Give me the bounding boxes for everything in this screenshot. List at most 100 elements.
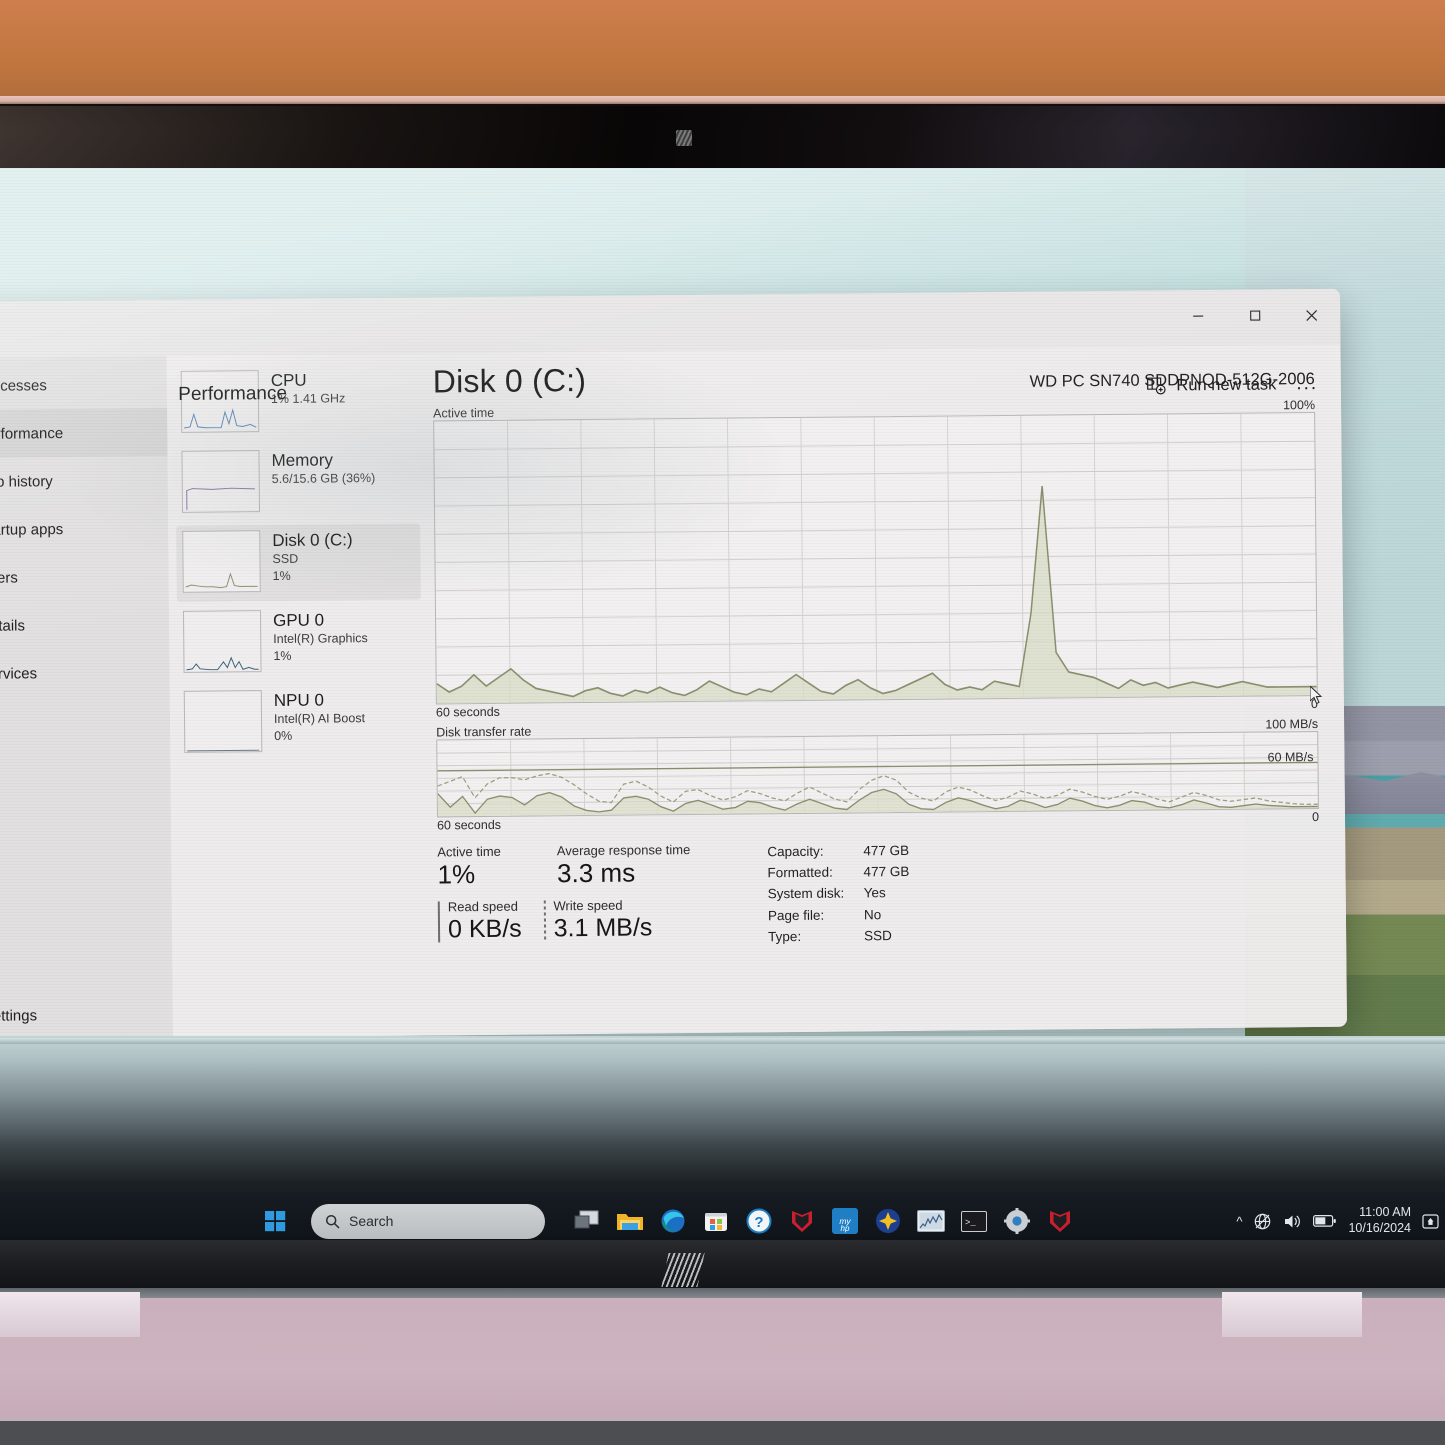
task-manager-icon[interactable] <box>914 1204 948 1238</box>
volume-icon[interactable] <box>1283 1212 1302 1231</box>
disk-transfer-rate-graph: 60 MB/s <box>436 730 1319 818</box>
property-key: Formatted: <box>767 864 833 881</box>
sidebar-item-users[interactable]: Users <box>0 552 169 602</box>
mcafee-icon[interactable] <box>785 1204 819 1238</box>
tile-subtitle: Intel(R) Graphics <box>273 631 368 647</box>
maximize-button[interactable] <box>1226 289 1283 342</box>
detail-pane: Disk 0 (C:) WD PC SN740 SDDPNQD-512G-200… <box>425 345 1348 1036</box>
memory-thumbnail <box>181 450 261 513</box>
sidebar-item-services[interactable]: Services <box>0 648 170 698</box>
external-keyboard <box>0 1418 1445 1445</box>
statistics-panel: Active time 1% Average response time 3.3… <box>437 836 1320 950</box>
tile-title: GPU 0 <box>272 610 325 631</box>
resource-tile-list[interactable]: CPU 1% 1.41 GHz Memory 5.6/15.6 GB (36%)… <box>167 354 432 1038</box>
primary-stats-row: Active time 1% Average response time 3.3… <box>437 841 757 891</box>
task-view-icon[interactable] <box>570 1204 604 1238</box>
clock-date: 10/16/2024 <box>1348 1221 1411 1235</box>
sidebar-item-details[interactable]: Details <box>0 600 169 650</box>
transfer-rate-max: 100 MB/s <box>1265 716 1319 732</box>
sidebar-label: Details <box>0 616 26 635</box>
sidebar-item-performance[interactable]: Performance <box>0 408 168 458</box>
sidebar-item-processes[interactable]: Processes <box>0 360 167 410</box>
stat-label: Read speed <box>447 898 519 915</box>
clock-time: 11:00 AM <box>1359 1205 1411 1220</box>
avg-response-stat: Average response time 3.3 ms <box>557 842 691 890</box>
tile-memory[interactable]: Memory 5.6/15.6 GB (36%) <box>175 444 420 522</box>
tile-subtitle: Intel(R) AI Boost <box>273 711 366 727</box>
notification-icon[interactable] <box>1422 1213 1439 1230</box>
norton-icon[interactable] <box>871 1204 905 1238</box>
laptop-foot-right <box>1222 1292 1362 1337</box>
store-icon[interactable] <box>699 1204 733 1238</box>
laptop-foot-left <box>0 1292 140 1337</box>
stat-value: 3.3 ms <box>556 857 636 889</box>
property-row: Capacity: 477 GB <box>767 840 933 863</box>
sidebar-label: Startup apps <box>0 520 64 539</box>
run-new-task-label: Run new task <box>1176 374 1277 394</box>
mcafee-icon[interactable] <box>1043 1204 1077 1238</box>
more-options-button[interactable]: ... <box>1296 373 1318 395</box>
sidebar-item-app-history[interactable]: App history <box>0 456 168 506</box>
sidebar-item-settings[interactable]: Settings <box>0 990 173 1040</box>
secondary-stats-row: Read speed 0 KB/s Write speed 3.1 MB/s <box>438 896 758 945</box>
myhp-icon[interactable]: my hp <box>828 1204 862 1238</box>
taskbar-icons[interactable]: Search ? my hp >_ <box>258 1203 1077 1239</box>
tray-chevron-icon[interactable]: ^ <box>1236 1214 1242 1229</box>
sidebar-label: Performance <box>0 424 64 443</box>
active-time-axis: 60 seconds <box>435 704 500 720</box>
property-row: System disk: Yes <box>768 882 934 905</box>
minimize-button[interactable] <box>1169 290 1226 343</box>
active-time-graph <box>433 411 1318 705</box>
start-icon[interactable] <box>258 1204 292 1238</box>
terminal-icon[interactable]: >_ <box>957 1204 991 1238</box>
window-body: Processes Performance App history Startu… <box>0 344 1348 1040</box>
window-controls[interactable] <box>1169 289 1341 347</box>
run-new-task-button[interactable]: Run new task <box>1146 374 1276 395</box>
tile-gpu-0[interactable]: GPU 0 Intel(R) Graphics 1% <box>177 604 422 682</box>
property-value: No <box>863 906 882 922</box>
stat-label: Active time <box>437 843 501 860</box>
help-icon[interactable]: ? <box>742 1204 776 1238</box>
transfer-rate-axis: 60 seconds <box>436 817 502 833</box>
stat-label: Average response time <box>556 842 691 859</box>
search-placeholder: Search <box>349 1213 394 1229</box>
disk-text: Disk 0 (C:) SSD 1% <box>272 529 353 584</box>
sidebar-nav[interactable]: Processes Performance App history Startu… <box>0 356 174 1040</box>
settings-icon[interactable] <box>1000 1204 1034 1238</box>
statistics-left: Active time 1% Average response time 3.3… <box>437 841 758 950</box>
disk-thumbnail <box>182 530 261 593</box>
tile-title: NPU 0 <box>273 690 325 711</box>
npu-thumbnail <box>183 690 263 753</box>
property-row: Formatted: 477 GB <box>767 861 933 884</box>
tile-npu-0[interactable]: NPU 0 Intel(R) AI Boost 0% <box>178 684 423 762</box>
sidebar-item-startup-apps[interactable]: Startup apps <box>0 504 168 554</box>
stat-value: 3.1 MB/s <box>553 913 653 943</box>
property-key: Page file: <box>767 907 825 923</box>
tile-subtitle: SSD <box>272 551 299 567</box>
page-heading: Performance <box>178 382 288 405</box>
tile-disk-0[interactable]: Disk 0 (C:) SSD 1% <box>176 523 421 602</box>
toolbar-actions[interactable]: Run new task ... <box>1146 373 1318 397</box>
gpu-thumbnail <box>182 610 262 673</box>
transfer-rate-label: Disk transfer rate <box>436 724 532 740</box>
sidebar-label: App history <box>0 472 53 491</box>
stat-label: Write speed <box>553 897 623 914</box>
stat-value: 0 KB/s <box>447 914 522 944</box>
laptop-bezel <box>0 106 1445 168</box>
svg-text:hp: hp <box>841 1224 850 1233</box>
clock[interactable]: 11:00 AM 10/16/2024 <box>1348 1205 1411 1236</box>
search-input[interactable]: Search <box>311 1203 545 1239</box>
property-value: 477 GB <box>863 842 910 859</box>
battery-icon[interactable] <box>1313 1214 1337 1228</box>
network-icon[interactable] <box>1253 1212 1272 1231</box>
transfer-rate-min: 0 <box>1311 809 1320 825</box>
run-new-task-icon <box>1147 377 1166 395</box>
close-button[interactable] <box>1283 289 1340 342</box>
file-explorer-icon[interactable] <box>613 1204 647 1238</box>
tile-usage: 0% <box>274 728 293 743</box>
edge-icon[interactable] <box>656 1204 690 1238</box>
property-value: Yes <box>863 885 886 901</box>
mouse-cursor <box>1310 686 1323 705</box>
system-tray[interactable]: ^ 11:00 AM 10/16/2024 <box>1236 1205 1439 1236</box>
